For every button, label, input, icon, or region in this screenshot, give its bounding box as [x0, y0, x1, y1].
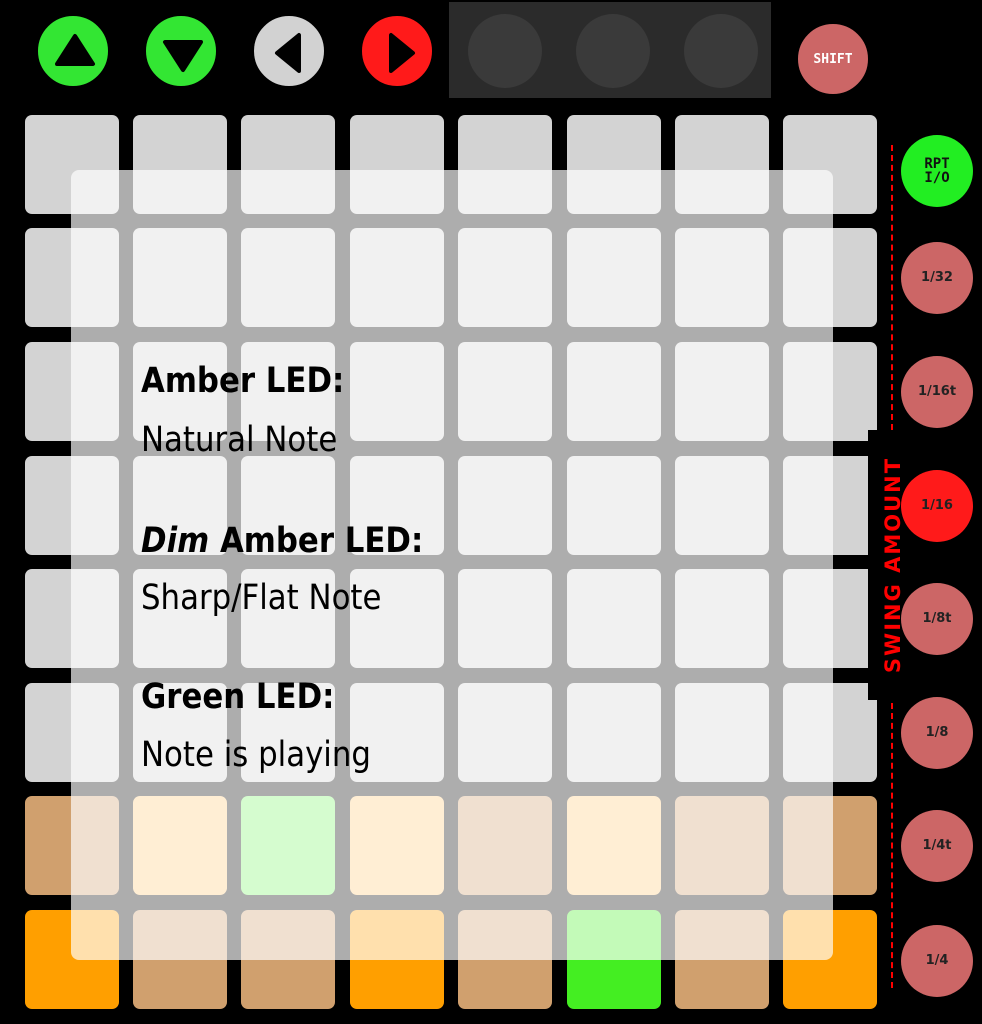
swing-1-8t-button[interactable]: 1/8t [901, 583, 973, 655]
triangle-up-icon [55, 34, 95, 66]
left-arrow-button[interactable] [252, 14, 326, 88]
side-button-label: 1/4 [925, 953, 949, 968]
unlit-button-3[interactable] [684, 14, 758, 88]
amber-led-description: Natural Note [141, 420, 338, 460]
side-button-label: 1/32 [921, 270, 953, 285]
triangle-right-icon [389, 33, 415, 73]
side-button-label: 1/16 [921, 498, 953, 513]
up-arrow-button[interactable] [36, 14, 110, 88]
swing-1-32-button[interactable]: 1/32 [901, 242, 973, 314]
swing-1-16t-button[interactable]: 1/16t [901, 356, 973, 428]
dim-amber-rest: Amber LED: [209, 521, 424, 561]
triangle-left-icon [275, 33, 301, 73]
side-button-label: 1/4t [922, 838, 952, 853]
shift-button[interactable]: SHIFT [796, 22, 870, 96]
dim-word: Dim [141, 521, 210, 561]
launchpad-controller: SHIFT SWING AMOUNT RPT I/O 1/32 1/16t 1/16 1… [0, 0, 982, 1024]
amber-led-title: Amber LED: [141, 361, 345, 401]
unlit-button-2[interactable] [576, 14, 650, 88]
dim-amber-led-title: Dim Amber LED: [141, 521, 423, 561]
swing-1-4-button[interactable]: 1/4 [901, 925, 973, 997]
swing-amount-label: SWING AMOUNT [881, 456, 905, 674]
shift-label: SHIFT [813, 51, 853, 67]
swing-1-16-button[interactable]: 1/16 [901, 470, 973, 542]
triangle-down-icon [163, 40, 203, 72]
unlit-button-1[interactable] [468, 14, 542, 88]
repeat-toggle-button[interactable]: RPT I/O [901, 135, 973, 207]
swing-1-4t-button[interactable]: 1/4t [901, 810, 973, 882]
right-arrow-button[interactable] [360, 14, 434, 88]
dim-amber-led-description: Sharp/Flat Note [141, 578, 382, 618]
side-button-label: 1/16t [917, 384, 957, 399]
down-arrow-button[interactable] [144, 14, 218, 88]
swing-1-8-button[interactable]: 1/8 [901, 697, 973, 769]
side-button-label: 1/8 [925, 725, 949, 740]
legend-overlay [71, 170, 833, 960]
side-button-label: 1/8t [922, 611, 952, 626]
side-button-label: RPT I/O [924, 156, 950, 186]
green-led-description: Note is playing [141, 735, 371, 775]
green-led-title: Green LED: [141, 677, 335, 717]
